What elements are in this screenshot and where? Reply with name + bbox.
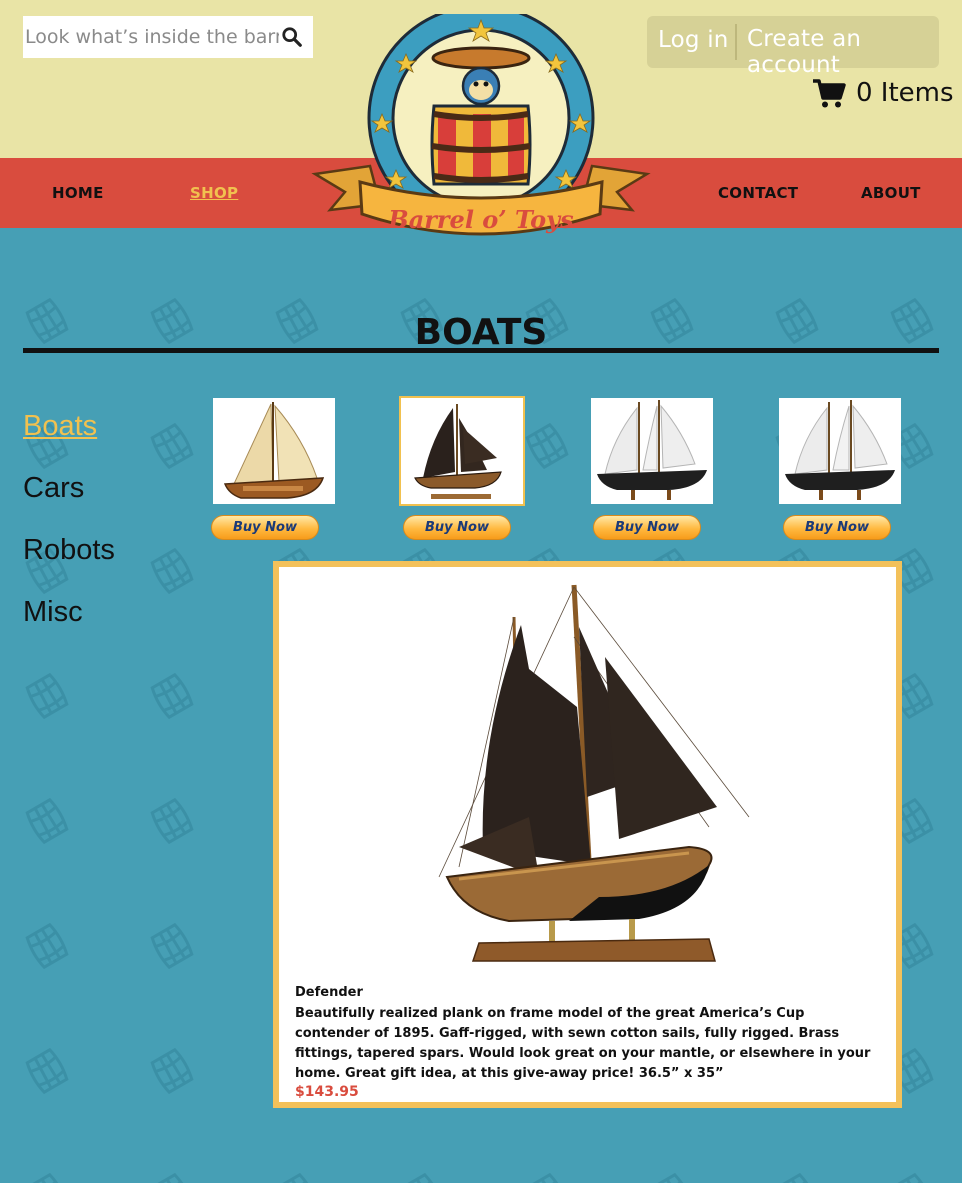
nav-home[interactable]: HOME [52,184,104,202]
product-thumbnail[interactable] [399,396,525,506]
buy-now-button[interactable]: Buy Now [211,515,319,540]
product-description: Beautifully realized plank on frame mode… [295,1006,871,1081]
sidebar-item-boats[interactable]: Boats [23,410,115,472]
account-box: Log in Create an account [647,16,939,78]
sailboat-image [223,402,325,499]
page-title: BOATS [414,312,548,353]
search-input[interactable] [25,26,279,48]
barrel-o-toys-logo[interactable]: Barrel o’ Toys [310,14,652,254]
product-thumbnail[interactable] [591,398,713,504]
barrel-pattern-icon [400,1172,444,1183]
nav-shop[interactable]: SHOP [190,184,238,202]
barrel-pattern-icon [25,1172,69,1183]
product-price: $143.95 [295,1084,359,1100]
product-large-image [438,584,750,962]
nav-contact[interactable]: CONTACT [718,184,798,202]
sidebar-item-cars[interactable]: Cars [23,472,115,534]
create-account-link[interactable]: Create an account [747,26,939,78]
barrel-pattern-icon [525,422,569,470]
product-detail-panel: Defender Beautifully realized plank on f… [273,561,902,1108]
barrel-pattern-icon [525,1172,569,1183]
cart-link[interactable]: 0 Items [812,76,954,110]
barrel-pattern-icon [150,922,194,970]
barrel-pattern-icon [25,922,69,970]
barrel-pattern-icon [150,1047,194,1095]
barrel-pattern-icon [775,1172,819,1183]
barrel-pattern-icon [650,1172,694,1183]
schooner-image [597,400,707,500]
barrel-pattern-icon [890,1172,934,1183]
sailboat-image [414,404,502,499]
buy-now-button[interactable]: Buy Now [593,515,701,540]
product-thumbnail[interactable] [779,398,901,504]
sidebar-item-robots[interactable]: Robots [23,534,115,596]
category-sidebar: Boats Cars Robots Misc [23,410,115,658]
search-box [23,16,313,58]
barrel-pattern-icon [25,1047,69,1095]
logo-text: Barrel o’ Toys [387,205,574,234]
barrel-pattern-icon [150,797,194,845]
cart-icon [813,79,846,108]
barrel-pattern-icon [25,797,69,845]
barrel-pattern-icon [150,422,194,470]
buy-now-button[interactable]: Buy Now [783,515,891,540]
barrel-pattern-icon [150,547,194,595]
schooner-image [785,400,895,500]
buy-now-button[interactable]: Buy Now [403,515,511,540]
login-link[interactable]: Log in [658,27,729,53]
product-thumbnail[interactable] [213,398,335,504]
cart-count: 0 Items [856,78,954,108]
nav-about[interactable]: ABOUT [861,184,921,202]
sidebar-item-misc[interactable]: Misc [23,596,115,658]
account-divider [735,24,737,60]
barrel-pattern-icon [275,1172,319,1183]
search-icon[interactable] [281,26,303,48]
title-divider [23,348,939,353]
product-name: Defender [295,985,363,1000]
barrel-pattern-icon [150,1172,194,1183]
barrel-pattern-icon [25,672,69,720]
barrel-pattern-icon [150,672,194,720]
